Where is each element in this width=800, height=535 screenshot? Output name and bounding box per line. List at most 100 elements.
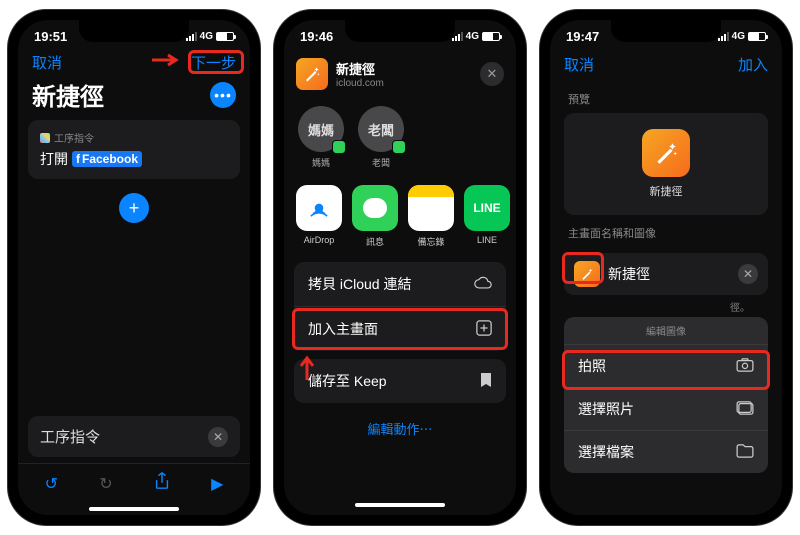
hint-text: 徑。 bbox=[712, 295, 768, 318]
page-title: 新捷徑 bbox=[32, 77, 104, 112]
battery-icon bbox=[482, 32, 500, 41]
card-body: 打開 Facebook bbox=[40, 149, 228, 169]
sheet-title: 新捷徑 bbox=[336, 59, 384, 78]
camera-icon bbox=[736, 358, 754, 375]
preview-icon bbox=[642, 129, 690, 177]
app-label: 訊息 bbox=[352, 235, 398, 248]
edit-actions-link[interactable]: 編輯動作⋯ bbox=[284, 407, 516, 450]
home-indicator bbox=[89, 507, 179, 511]
title-row: 新捷徑 ••• bbox=[18, 77, 250, 120]
share-icon[interactable] bbox=[154, 472, 170, 495]
app-label: 備忘錄 bbox=[408, 235, 454, 248]
phone-frame-2: 19:46 4G 新捷徑 icloud.com ✕ 媽媽 媽媽 老闆 bbox=[274, 10, 526, 525]
messages-badge-icon bbox=[392, 140, 406, 154]
line-icon: LINE bbox=[464, 185, 510, 231]
app-label: LINE bbox=[464, 235, 510, 245]
network-label: 4G bbox=[732, 31, 745, 42]
contact-item[interactable]: 媽媽 媽媽 bbox=[298, 106, 344, 169]
actions-list-2: 儲存至 Keep bbox=[294, 359, 506, 403]
app-line[interactable]: LINE LINE bbox=[464, 185, 510, 248]
apps-row: AirDrop 訊息 備忘錄 LINE LINE C bbox=[284, 179, 516, 258]
battery-icon bbox=[216, 32, 234, 41]
add-to-home-screen[interactable]: 加入主畫面 bbox=[294, 307, 506, 351]
add-button[interactable]: 加入 bbox=[738, 54, 768, 75]
battery-icon bbox=[748, 32, 766, 41]
preview-name: 新捷徑 bbox=[580, 183, 752, 199]
notch bbox=[79, 20, 189, 42]
section-label: 主畫面名稱和圖像 bbox=[550, 215, 782, 247]
popup-label: 拍照 bbox=[578, 356, 606, 376]
facebook-token[interactable]: Facebook bbox=[72, 151, 142, 167]
contact-name: 媽媽 bbox=[298, 156, 344, 169]
nav-bar: 取消 加入 bbox=[550, 48, 782, 81]
sheet-subtitle: icloud.com bbox=[336, 78, 384, 89]
shortcut-app-icon bbox=[296, 58, 328, 90]
action-label: 拷貝 iCloud 連結 bbox=[308, 274, 411, 294]
take-photo[interactable]: 拍照 bbox=[564, 345, 768, 388]
sheet-title-block: 新捷徑 icloud.com bbox=[336, 59, 384, 89]
phone-frame-1: 19:51 4G 取消 下一步 新捷徑 ••• 工序指令 打開 Facebook bbox=[8, 10, 260, 525]
airdrop-icon bbox=[296, 185, 342, 231]
action-label: 加入主畫面 bbox=[308, 319, 378, 339]
choose-photo[interactable]: 選擇照片 bbox=[564, 388, 768, 431]
preview-label: 預覽 bbox=[550, 81, 782, 113]
action-card[interactable]: 工序指令 打開 Facebook bbox=[28, 120, 240, 179]
screen-1: 19:51 4G 取消 下一步 新捷徑 ••• 工序指令 打開 Facebook bbox=[18, 20, 250, 515]
nav-bar: 取消 下一步 bbox=[18, 48, 250, 77]
card-header: 工序指令 bbox=[40, 130, 228, 145]
open-label: 打開 bbox=[40, 149, 68, 169]
messages-badge-icon bbox=[332, 140, 346, 154]
avatar: 媽媽 bbox=[298, 106, 344, 152]
screen-2: 19:46 4G 新捷徑 icloud.com ✕ 媽媽 媽媽 老闆 bbox=[284, 20, 516, 515]
popup-header: 編輯圖像 bbox=[564, 317, 768, 345]
play-icon[interactable]: ▶ bbox=[211, 474, 223, 494]
undo-icon[interactable]: ↺ bbox=[45, 474, 58, 494]
actions-list: 拷貝 iCloud 連結 加入主畫面 bbox=[294, 262, 506, 351]
scripting-icon bbox=[40, 133, 50, 143]
notes-icon bbox=[408, 185, 454, 231]
search-field[interactable]: 工序指令 ✕ bbox=[28, 416, 240, 457]
photo-icon bbox=[736, 401, 754, 418]
cancel-button[interactable]: 取消 bbox=[32, 52, 62, 73]
search-label: 工序指令 bbox=[40, 426, 100, 447]
add-square-icon bbox=[476, 320, 492, 339]
close-button[interactable]: ✕ bbox=[480, 62, 504, 86]
notch bbox=[345, 20, 455, 42]
contact-name: 老闆 bbox=[358, 156, 404, 169]
contacts-row: 媽媽 媽媽 老闆 老闆 bbox=[284, 100, 516, 179]
copy-icloud-link[interactable]: 拷貝 iCloud 連結 bbox=[294, 262, 506, 307]
action-label: 儲存至 Keep bbox=[308, 371, 387, 391]
messages-icon bbox=[352, 185, 398, 231]
folder-icon bbox=[736, 444, 754, 461]
clear-icon[interactable]: ✕ bbox=[208, 427, 228, 447]
cancel-button[interactable]: 取消 bbox=[564, 54, 594, 75]
app-label: AirDrop bbox=[296, 235, 342, 245]
screen-3: 19:47 4G 取消 加入 預覽 新捷徑 主畫面名稱和圖像 新捷徑 ✕ bbox=[550, 20, 782, 515]
popup-label: 選擇照片 bbox=[578, 399, 634, 419]
icon-button[interactable] bbox=[574, 261, 600, 287]
preview-card: 新捷徑 bbox=[564, 113, 768, 215]
more-button[interactable]: ••• bbox=[210, 82, 236, 108]
next-button[interactable]: 下一步 bbox=[191, 52, 236, 73]
bookmark-icon bbox=[480, 372, 492, 391]
card-header-label: 工序指令 bbox=[54, 130, 94, 145]
name-row: 新捷徑 ✕ bbox=[564, 253, 768, 295]
save-to-keep[interactable]: 儲存至 Keep bbox=[294, 359, 506, 403]
app-messages[interactable]: 訊息 bbox=[352, 185, 398, 248]
network-label: 4G bbox=[200, 31, 213, 42]
name-input[interactable]: 新捷徑 bbox=[608, 264, 730, 284]
choose-file[interactable]: 選擇檔案 bbox=[564, 431, 768, 473]
add-action-button[interactable]: + bbox=[119, 193, 149, 223]
contact-item[interactable]: 老闆 老闆 bbox=[358, 106, 404, 169]
bottom-bar: 工序指令 ✕ ↺ ↻ ▶ bbox=[18, 416, 250, 515]
cloud-icon bbox=[474, 276, 492, 293]
notch bbox=[611, 20, 721, 42]
toolbar: ↺ ↻ ▶ bbox=[18, 463, 250, 505]
clear-name-icon[interactable]: ✕ bbox=[738, 264, 758, 284]
network-label: 4G bbox=[466, 31, 479, 42]
home-indicator bbox=[355, 503, 445, 507]
app-airdrop[interactable]: AirDrop bbox=[296, 185, 342, 248]
edit-image-popup: 編輯圖像 拍照 選擇照片 選擇檔案 bbox=[564, 317, 768, 473]
app-notes[interactable]: 備忘錄 bbox=[408, 185, 454, 248]
sheet-header: 新捷徑 icloud.com ✕ bbox=[284, 48, 516, 100]
